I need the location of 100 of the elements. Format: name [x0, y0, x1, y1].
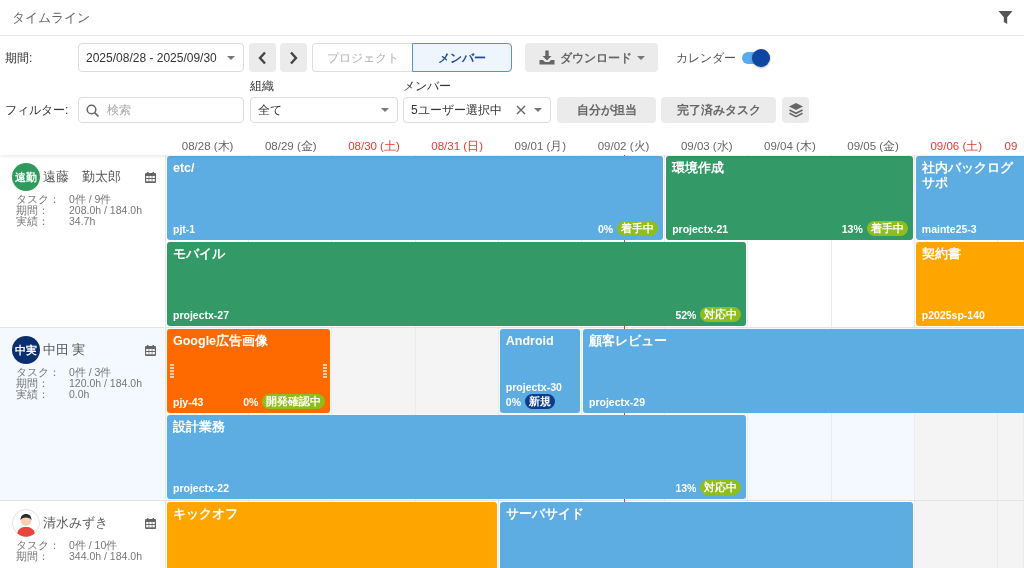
task-code: mainte25-3	[921, 222, 977, 236]
stat-label: 実績：	[16, 389, 50, 400]
next-button[interactable]	[280, 43, 307, 72]
task-bar[interactable]: 環境作成 projectx-21 13% 着手中	[666, 156, 913, 240]
caret-icon	[636, 55, 645, 60]
period-label: 期間:	[5, 49, 34, 67]
task-bar[interactable]: Android projectx-30 0% 新規	[499, 329, 580, 413]
stat-value: 120.0h / 184.0h	[69, 378, 143, 389]
task-bar[interactable]: 顧客レビュー projectx-29	[583, 329, 1024, 413]
view-tab[interactable]: プロジェクト	[312, 43, 412, 72]
calendar-icon[interactable]	[145, 171, 156, 183]
task-title: 顧客レビュー	[589, 334, 668, 349]
search-field[interactable]: 検索	[78, 97, 244, 123]
date-label: 09	[1004, 140, 1018, 152]
stat-value: 0.0h	[69, 389, 91, 400]
task-code: projectx-21	[672, 222, 729, 236]
task-title: モバイル	[173, 247, 226, 262]
task-bar[interactable]: 設計業務 projectx-22 13% 対応中	[167, 415, 747, 499]
task-bar[interactable]: 契約書 p2025sp-140	[915, 242, 1024, 326]
layers-icon	[787, 102, 804, 118]
status-badge: 着手中	[617, 221, 659, 236]
task-code: pjy-43	[173, 395, 204, 409]
progress-text: 0%	[505, 394, 521, 409]
stat-label: タスク：	[16, 194, 61, 205]
stat-label: 期間：	[16, 378, 50, 389]
member-name: 遠藤 勤太郎	[43, 168, 121, 186]
download-button[interactable]: ダウンロード	[525, 43, 658, 72]
date-label: 09/01 (月)	[514, 140, 567, 152]
stat-value: 208.0h / 184.0h	[69, 205, 143, 216]
progress-text: 13%	[841, 221, 863, 236]
calendar-icon[interactable]	[145, 517, 156, 529]
task-title: サーバサイド	[505, 507, 585, 522]
stat-value: 0件 / 9件	[69, 194, 113, 205]
layers-button[interactable]	[782, 97, 809, 123]
filter-label: フィルター:	[5, 102, 70, 119]
task-bar[interactable]: Google広告画像 pjy-43 0% 開発確認中	[167, 329, 331, 413]
progress-text: 52%	[675, 307, 697, 322]
stat-value: 0件 / 10件	[69, 540, 119, 551]
filter-icon[interactable]	[998, 10, 1013, 25]
task-title: Android	[505, 334, 555, 349]
date-label: 08/30 (土)	[348, 140, 400, 152]
task-title: 設計業務	[173, 420, 226, 435]
prev-button[interactable]	[249, 43, 276, 72]
chevron-left-icon	[258, 50, 267, 65]
task-bar[interactable]: サーバサイド	[499, 502, 913, 568]
calendar-label: カレンダー	[676, 49, 736, 67]
resize-handle-icon[interactable]	[323, 364, 328, 378]
resize-handle-icon[interactable]	[170, 364, 174, 378]
progress-text: 0%	[598, 221, 614, 236]
task-bar[interactable]: 社内バックログサポ mainte25-3	[915, 156, 1024, 240]
status-badge: 対応中	[700, 480, 742, 495]
status-badge: 開発確認中	[262, 394, 326, 409]
stat-value: 34.7h	[69, 216, 97, 227]
view-tab[interactable]: メンバー	[412, 43, 512, 72]
stat-label: 実績：	[16, 216, 50, 227]
stat-label: 期間：	[16, 551, 50, 562]
date-label: 08/29 (金)	[264, 140, 317, 152]
organization-select[interactable]: 全て	[250, 97, 398, 123]
date-label: 09/05 (金)	[847, 140, 899, 152]
progress-text: 13%	[675, 480, 697, 495]
member-avatar: 遠勤	[12, 163, 40, 191]
calendar-icon[interactable]	[145, 344, 156, 356]
page-title: タイムライン	[12, 8, 90, 27]
status-badge: 新規	[525, 394, 555, 409]
avatar-icon	[12, 509, 40, 537]
organization-label: 組織	[250, 79, 275, 93]
progress-text: 0%	[243, 394, 259, 409]
task-code: projectx-30	[505, 380, 562, 394]
task-code: pjt-1	[173, 222, 196, 236]
stat-value: 0件 / 3件	[69, 367, 113, 378]
filter-toggle-button[interactable]: 自分が担当	[557, 97, 656, 123]
date-label: 09/02 (火)	[597, 140, 650, 152]
caret-icon	[227, 55, 235, 60]
date-range-select[interactable]: 2025/08/28 - 2025/09/30	[78, 43, 244, 72]
task-title: 社内バックログサポ	[921, 161, 1015, 191]
member-name: 清水みずき	[43, 514, 108, 532]
stat-label: タスク：	[16, 540, 61, 551]
caret-icon	[381, 108, 389, 112]
stat-label: タスク：	[16, 367, 61, 378]
stat-value: 344.0h / 184.0h	[69, 551, 143, 562]
clear-icon[interactable]	[516, 105, 526, 115]
date-label: 09/04 (木)	[764, 140, 816, 152]
task-code: projectx-29	[589, 395, 646, 409]
task-bar[interactable]: etc/ pjt-1 0% 着手中	[167, 156, 664, 240]
task-title: Google広告画像	[173, 334, 270, 349]
status-badge: 着手中	[866, 221, 908, 236]
member-label: メンバー	[403, 79, 452, 93]
download-icon	[538, 50, 555, 65]
stat-label: 期間：	[16, 205, 50, 216]
filter-toggle-button[interactable]: 完了済みタスク	[661, 97, 776, 123]
task-bar[interactable]: キックオフ	[167, 502, 497, 568]
task-code: p2025sp-140	[921, 308, 985, 322]
caret-icon	[534, 108, 542, 112]
calendar-switch[interactable]	[742, 48, 770, 67]
member-select[interactable]: 5ユーザー選択中	[403, 97, 551, 123]
date-label: 09/03 (水)	[680, 140, 733, 152]
task-title: 契約書	[921, 247, 962, 262]
status-badge: 対応中	[700, 307, 742, 322]
chevron-right-icon	[289, 50, 298, 65]
task-title: 環境作成	[672, 161, 726, 176]
